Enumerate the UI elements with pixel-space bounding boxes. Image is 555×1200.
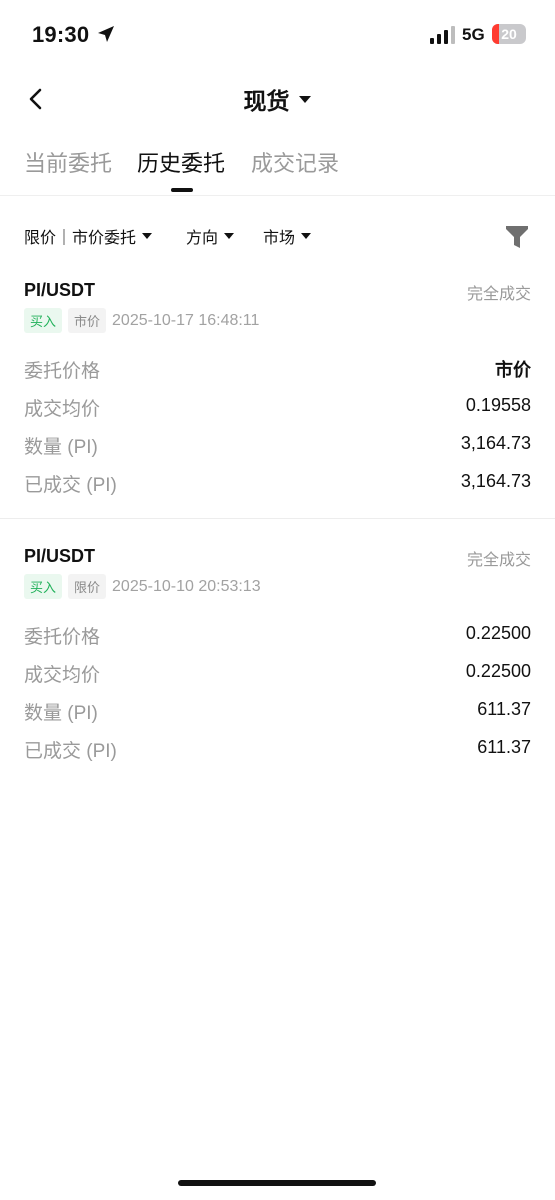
quantity-label: 数量 (PI) bbox=[24, 437, 98, 458]
spot-order-history-screen: 19:30 5G 20 现货 当前委托 历史委托 成交记录 限价｜市价委托 方向… bbox=[0, 0, 555, 1200]
cellular-signal-icon bbox=[430, 26, 455, 44]
avg-price-value: 0.22500 bbox=[465, 661, 531, 681]
tab-open-orders[interactable]: 当前委托 bbox=[24, 146, 112, 178]
order-status: 完全成交 bbox=[466, 552, 531, 569]
order-type-filter-label: 限价｜市价委托 bbox=[24, 230, 137, 247]
status-time: 19:30 bbox=[32, 22, 90, 47]
order-pair: PI/USDT bbox=[24, 546, 96, 566]
filled-value: 611.37 bbox=[477, 737, 531, 757]
direction-filter-label: 方向 bbox=[186, 230, 219, 247]
order-card[interactable]: PI/USDT 完全成交 买入 市价 2025-10-17 16:48:11 委… bbox=[0, 272, 555, 518]
caret-down-icon bbox=[301, 233, 312, 239]
order-pair: PI/USDT bbox=[24, 280, 96, 300]
order-type-filter[interactable]: 限价｜市价委托 bbox=[24, 224, 153, 248]
order-status: 完全成交 bbox=[466, 286, 531, 303]
order-meta: 买入 限价 2025-10-10 20:53:13 bbox=[24, 574, 261, 599]
market-filter[interactable]: 市场 bbox=[263, 224, 312, 248]
avg-price-label: 成交均价 bbox=[24, 665, 101, 686]
page-title: 现货 bbox=[243, 88, 290, 114]
filled-label: 已成交 (PI) bbox=[24, 475, 117, 496]
status-bar: 19:30 5G 20 bbox=[0, 0, 555, 70]
market-switcher[interactable]: 现货 bbox=[0, 82, 555, 116]
filled-value: 3,164.73 bbox=[460, 471, 531, 491]
order-meta: 买入 市价 2025-10-17 16:48:11 bbox=[24, 308, 259, 333]
filled-label: 已成交 (PI) bbox=[24, 741, 117, 762]
order-time: 2025-10-10 20:53:13 bbox=[112, 577, 261, 595]
battery-level: 20 bbox=[501, 26, 517, 42]
location-arrow-icon bbox=[98, 26, 114, 42]
quantity-label: 数量 (PI) bbox=[24, 703, 98, 724]
active-tab-indicator bbox=[171, 188, 193, 192]
order-type-badge: 限价 bbox=[68, 574, 107, 599]
nav-header: 现货 bbox=[0, 70, 555, 130]
order-price-label: 委托价格 bbox=[24, 627, 101, 648]
order-tabs: 当前委托 历史委托 成交记录 bbox=[0, 140, 555, 196]
avg-price-value: 0.19558 bbox=[465, 395, 531, 415]
tab-trade-history[interactable]: 成交记录 bbox=[251, 146, 339, 178]
caret-down-icon bbox=[298, 96, 311, 103]
quantity-value: 3,164.73 bbox=[460, 433, 531, 453]
battery-icon: 20 bbox=[492, 24, 526, 44]
order-price-value: 市价 bbox=[495, 360, 531, 380]
side-badge: 买入 bbox=[24, 574, 63, 599]
order-price-value: 0.22500 bbox=[465, 623, 531, 643]
order-divider bbox=[0, 518, 555, 519]
home-indicator[interactable] bbox=[178, 1180, 376, 1186]
filter-bar: 限价｜市价委托 方向 市场 bbox=[0, 214, 555, 258]
side-badge: 买入 bbox=[24, 308, 63, 333]
avg-price-label: 成交均价 bbox=[24, 399, 101, 420]
network-type: 5G bbox=[462, 25, 485, 44]
caret-down-icon bbox=[224, 233, 235, 239]
direction-filter[interactable]: 方向 bbox=[186, 224, 235, 248]
order-card[interactable]: PI/USDT 完全成交 买入 限价 2025-10-10 20:53:13 委… bbox=[0, 538, 555, 778]
market-filter-label: 市场 bbox=[263, 230, 296, 247]
order-price-label: 委托价格 bbox=[24, 361, 101, 382]
filter-funnel-icon[interactable] bbox=[505, 224, 529, 250]
quantity-value: 611.37 bbox=[477, 699, 531, 719]
tab-order-history[interactable]: 历史委托 bbox=[137, 146, 225, 178]
order-time: 2025-10-17 16:48:11 bbox=[112, 311, 260, 329]
order-type-badge: 市价 bbox=[68, 308, 107, 333]
caret-down-icon bbox=[142, 233, 153, 239]
